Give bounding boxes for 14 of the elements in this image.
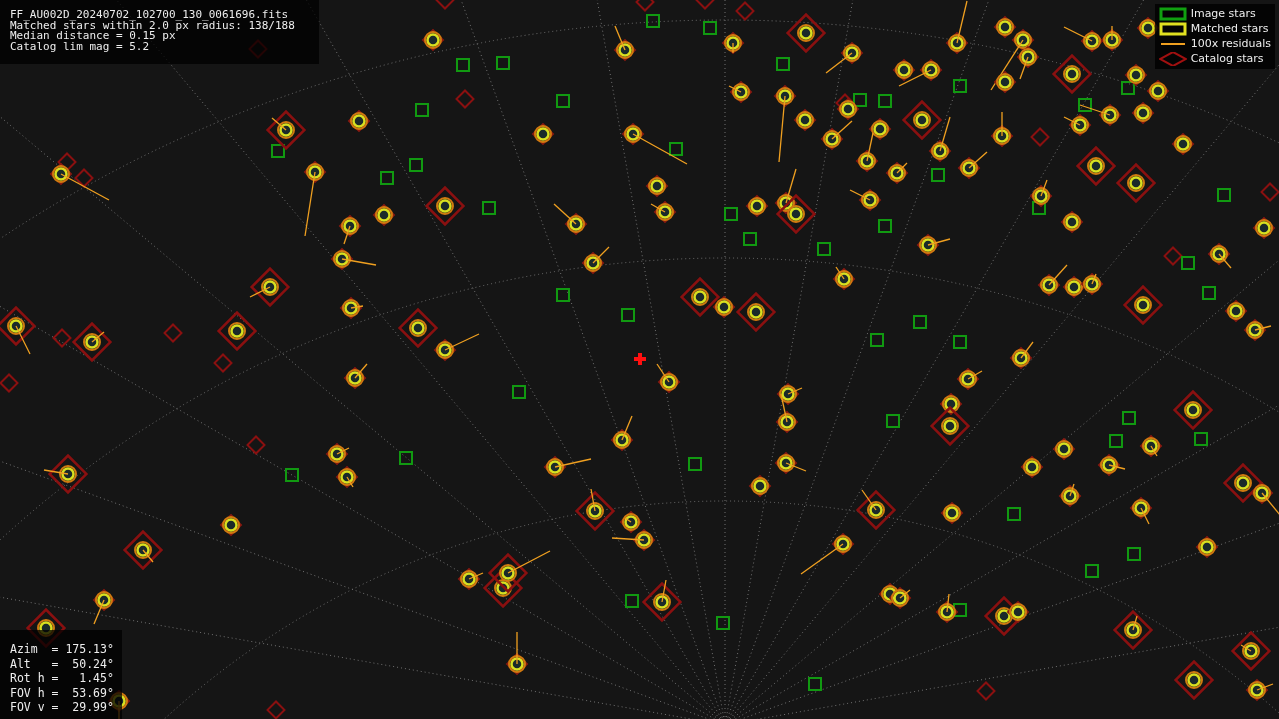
pointing-text: FOV h = 53.69° (10, 685, 114, 700)
legend-label: Catalog stars (1190, 52, 1264, 66)
legend-label: Matched stars (1190, 22, 1269, 36)
legend-label: 100x residuals (1190, 37, 1271, 51)
pointing-text: Rot h = 1.45° (10, 671, 114, 686)
info-text: Catalog lim mag = 5.2 (10, 41, 151, 52)
info-text: Median distance = 0.15 px (10, 31, 176, 42)
info-text: Matched stars within 2.0 px radius: 138/188 (10, 20, 296, 31)
pointing-text: Azim = 175.13° (10, 642, 114, 657)
center-cross-icon (634, 353, 646, 365)
info-text: FF_AU002D_20240702_102700_130_0061696.fits (10, 10, 290, 21)
pointing-text: Alt = 50.24° (10, 656, 114, 671)
legend-label: Image stars (1190, 7, 1256, 21)
pointing-text: FOV v = 29.99° (10, 700, 114, 715)
